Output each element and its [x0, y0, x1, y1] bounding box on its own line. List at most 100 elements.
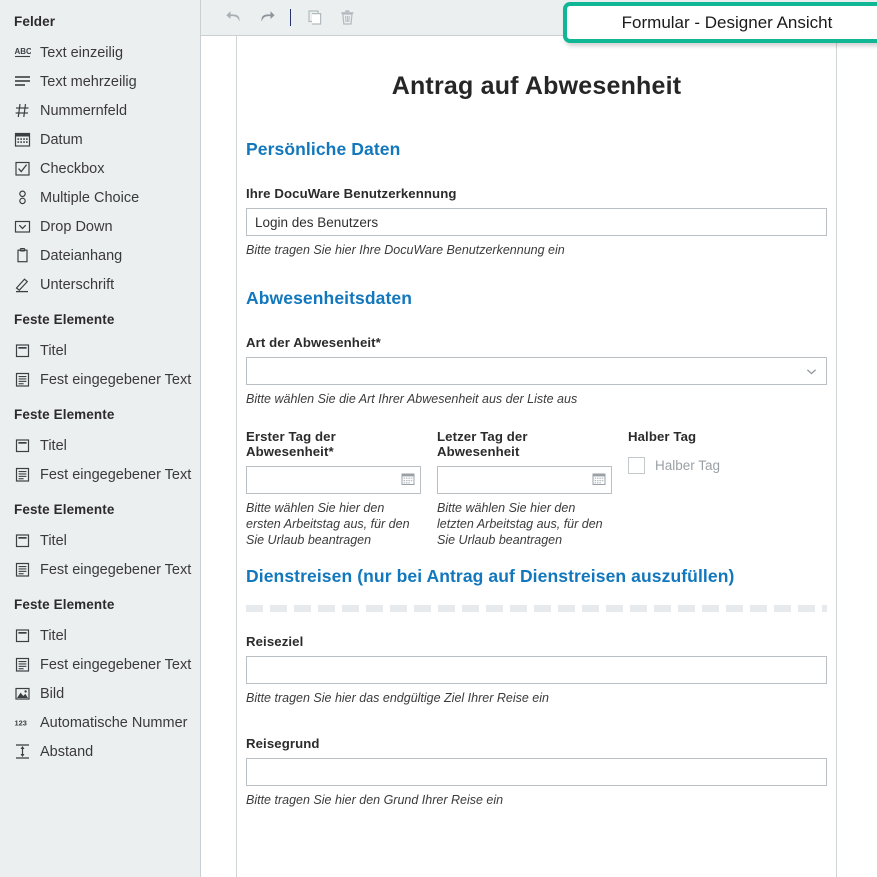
field-label: Halber Tag: [628, 429, 827, 444]
toolbar-divider: [290, 9, 291, 26]
sidebar-item-label: Fest eingegebener Text: [40, 562, 191, 578]
dropdown-icon: [14, 218, 31, 235]
halber-tag-checkbox-row[interactable]: Halber Tag: [628, 451, 827, 479]
sidebar-item-fest-text-4[interactable]: Fest eingegebener Text: [0, 650, 200, 679]
section-heading-abwesenheitsdaten: Abwesenheitsdaten: [246, 288, 827, 309]
sidebar-item-fest-text-1[interactable]: Fest eingegebener Text: [0, 365, 200, 394]
reiseziel-input[interactable]: [246, 656, 827, 684]
sidebar-item-datum[interactable]: Datum: [0, 125, 200, 154]
sidebar-item-label: Titel: [40, 533, 67, 549]
dates-row: Erster Tag der Abwesenheit* Bitte wählen…: [246, 429, 827, 548]
sidebar-item-fest-text-3[interactable]: Fest eingegebener Text: [0, 555, 200, 584]
copy-button[interactable]: [300, 4, 330, 32]
radio-group-icon: [14, 189, 31, 206]
signature-icon: [14, 276, 31, 293]
sidebar-group-title-feste-elemente-1: Feste Elemente: [0, 299, 200, 336]
hash-icon: [14, 102, 31, 119]
page-title: Antrag auf Abwesenheit: [246, 72, 827, 101]
svg-text:ABC: ABC: [15, 47, 32, 56]
trash-icon: [338, 8, 357, 27]
art-der-abwesenheit-select[interactable]: [246, 357, 827, 385]
redo-button[interactable]: [251, 4, 281, 32]
fields-sidebar: Felder ABC Text einzeilig Text mehrzeili…: [0, 0, 201, 877]
redo-icon: [257, 8, 276, 27]
auto-number-icon: 123: [14, 714, 31, 731]
field-label: Letzer Tag der Abwesenheit: [437, 429, 612, 459]
lines-icon: [14, 73, 31, 90]
sidebar-item-dateianhang[interactable]: Dateianhang: [0, 241, 200, 270]
field-hint: Bitte wählen Sie die Art Ihrer Abwesenhe…: [246, 391, 827, 407]
copy-icon: [306, 8, 325, 27]
field-halber-tag: Halber Tag Halber Tag: [628, 429, 827, 548]
sidebar-item-titel-4[interactable]: Titel: [0, 621, 200, 650]
sidebar-item-label: Datum: [40, 132, 83, 148]
attachment-icon: [14, 247, 31, 264]
sidebar-item-nummernfeld[interactable]: Nummernfeld: [0, 96, 200, 125]
sidebar-item-text-einzeilig[interactable]: ABC Text einzeilig: [0, 38, 200, 67]
section-heading-persoenliche-daten: Persönliche Daten: [246, 139, 827, 160]
sidebar-item-titel-2[interactable]: Titel: [0, 431, 200, 460]
title-icon: [14, 342, 31, 359]
sidebar-group-title-feste-elemente-4: Feste Elemente: [0, 584, 200, 621]
calendar-icon[interactable]: [592, 472, 606, 489]
sidebar-item-label: Text einzeilig: [40, 45, 123, 61]
sidebar-item-unterschrift[interactable]: Unterschrift: [0, 270, 200, 299]
checkbox-icon: [14, 160, 31, 177]
field-hint: Bitte wählen Sie hier den ersten Arbeits…: [246, 500, 421, 548]
sidebar-item-titel-1[interactable]: Titel: [0, 336, 200, 365]
delete-button[interactable]: [332, 4, 362, 32]
sidebar-item-fest-text-2[interactable]: Fest eingegebener Text: [0, 460, 200, 489]
field-hint: Bitte tragen Sie hier Ihre DocuWare Benu…: [246, 242, 827, 258]
static-text-icon: [14, 656, 31, 673]
sidebar-item-text-mehrzeilig[interactable]: Text mehrzeilig: [0, 67, 200, 96]
section-divider: [246, 605, 827, 612]
undo-button[interactable]: [219, 4, 249, 32]
benutzerkennung-input[interactable]: Login des Benutzers: [246, 208, 827, 236]
reisegrund-input[interactable]: [246, 758, 827, 786]
sidebar-group-title-feste-elemente-3: Feste Elemente: [0, 489, 200, 526]
static-text-icon: [14, 561, 31, 578]
calendar-icon[interactable]: [401, 472, 415, 489]
sidebar-group-title-felder: Felder: [0, 14, 200, 38]
sidebar-group-title-feste-elemente-2: Feste Elemente: [0, 394, 200, 431]
static-text-icon: [14, 371, 31, 388]
sidebar-item-label: Dateianhang: [40, 248, 122, 264]
view-mode-callout: Formular - Designer Ansicht: [563, 2, 877, 43]
sidebar-item-titel-3[interactable]: Titel: [0, 526, 200, 555]
sidebar-item-label: Bild: [40, 686, 64, 702]
undo-icon: [225, 8, 244, 27]
sidebar-item-label: Nummernfeld: [40, 103, 127, 119]
field-erster-tag: Erster Tag der Abwesenheit* Bitte wählen…: [246, 429, 421, 548]
sidebar-item-abstand[interactable]: Abstand: [0, 737, 200, 766]
field-hint: Bitte tragen Sie hier das endgültige Zie…: [246, 690, 827, 706]
field-hint: Bitte wählen Sie hier den letzten Arbeit…: [437, 500, 612, 548]
sidebar-item-label: Fest eingegebener Text: [40, 372, 191, 388]
sidebar-item-label: Multiple Choice: [40, 190, 139, 206]
sidebar-item-multiple-choice[interactable]: Multiple Choice: [0, 183, 200, 212]
form-canvas: Antrag auf Abwesenheit Persönliche Daten…: [201, 36, 877, 877]
canvas-right-gutter: [837, 36, 877, 877]
sidebar-item-label: Titel: [40, 438, 67, 454]
checkbox-label: Halber Tag: [655, 458, 720, 473]
sidebar-item-automatische-nummer[interactable]: 123 Automatische Nummer: [0, 708, 200, 737]
sidebar-item-bild[interactable]: Bild: [0, 679, 200, 708]
sidebar-item-drop-down[interactable]: Drop Down: [0, 212, 200, 241]
field-letzer-tag: Letzer Tag der Abwesenheit Bitte wählen …: [437, 429, 612, 548]
title-icon: [14, 627, 31, 644]
svg-text:123: 123: [15, 719, 27, 728]
letzer-tag-date-input[interactable]: [437, 466, 612, 494]
sidebar-item-label: Automatische Nummer: [40, 715, 187, 731]
sidebar-item-label: Abstand: [40, 744, 93, 760]
designer-toolbar: Formular - Designer Ansicht: [201, 0, 877, 36]
sidebar-item-label: Titel: [40, 628, 67, 644]
field-hint: Bitte tragen Sie hier den Grund Ihrer Re…: [246, 792, 827, 808]
erster-tag-date-input[interactable]: [246, 466, 421, 494]
title-icon: [14, 437, 31, 454]
sidebar-item-label: Fest eingegebener Text: [40, 467, 191, 483]
chevron-down-icon: [805, 365, 818, 378]
halber-tag-checkbox[interactable]: [628, 457, 645, 474]
sidebar-item-checkbox[interactable]: Checkbox: [0, 154, 200, 183]
title-icon: [14, 532, 31, 549]
field-label: Ihre DocuWare Benutzerkennung: [246, 186, 827, 201]
form-designer-window: Felder ABC Text einzeilig Text mehrzeili…: [0, 0, 877, 877]
